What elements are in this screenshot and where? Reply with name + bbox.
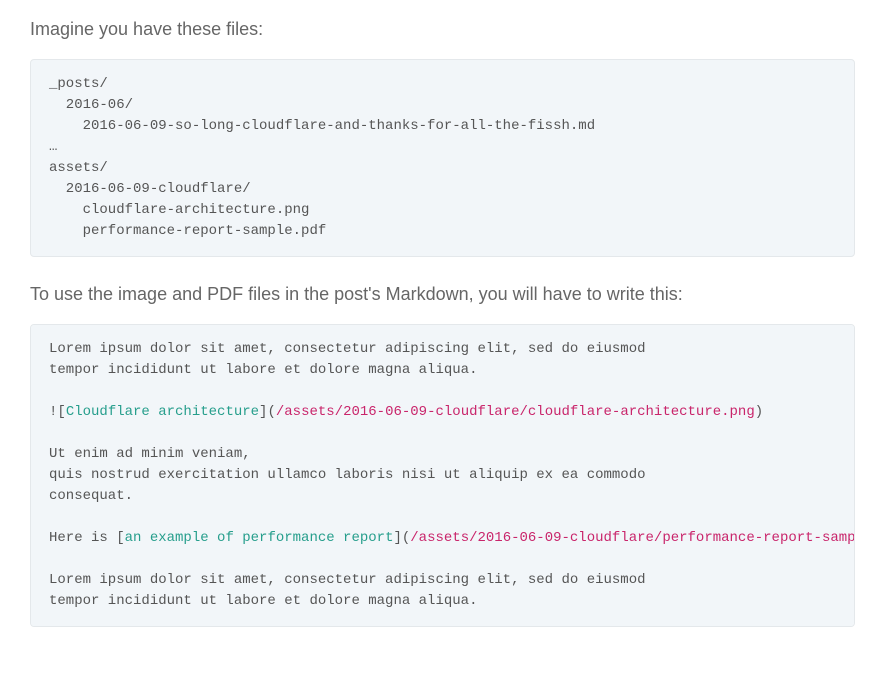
code-text: Here is [ [49, 530, 125, 546]
code-text: ]( [393, 530, 410, 546]
intro-paragraph-2: To use the image and PDF files in the po… [30, 281, 855, 308]
intro-paragraph-1: Imagine you have these files: [30, 16, 855, 43]
code-text: Ut enim ad minim veniam, quis nostrud ex… [49, 446, 646, 504]
markdown-image-url: /assets/2016-06-09-cloudflare/cloudflare… [276, 404, 755, 420]
code-block-markdown[interactable]: Lorem ipsum dolor sit amet, consectetur … [30, 324, 855, 627]
markdown-link-text: an example of performance report [125, 530, 394, 546]
code-block-files: _posts/ 2016-06/ 2016-06-09-so-long-clou… [30, 59, 855, 257]
code-text: ![ [49, 404, 66, 420]
markdown-image-alt: Cloudflare architecture [66, 404, 259, 420]
code-text: ]( [259, 404, 276, 420]
markdown-link-url: /assets/2016-06-09-cloudflare/performanc… [410, 530, 855, 546]
code-text: ) [755, 404, 763, 420]
code-text: Lorem ipsum dolor sit amet, consectetur … [49, 572, 646, 609]
code-text: Lorem ipsum dolor sit amet, consectetur … [49, 341, 646, 378]
